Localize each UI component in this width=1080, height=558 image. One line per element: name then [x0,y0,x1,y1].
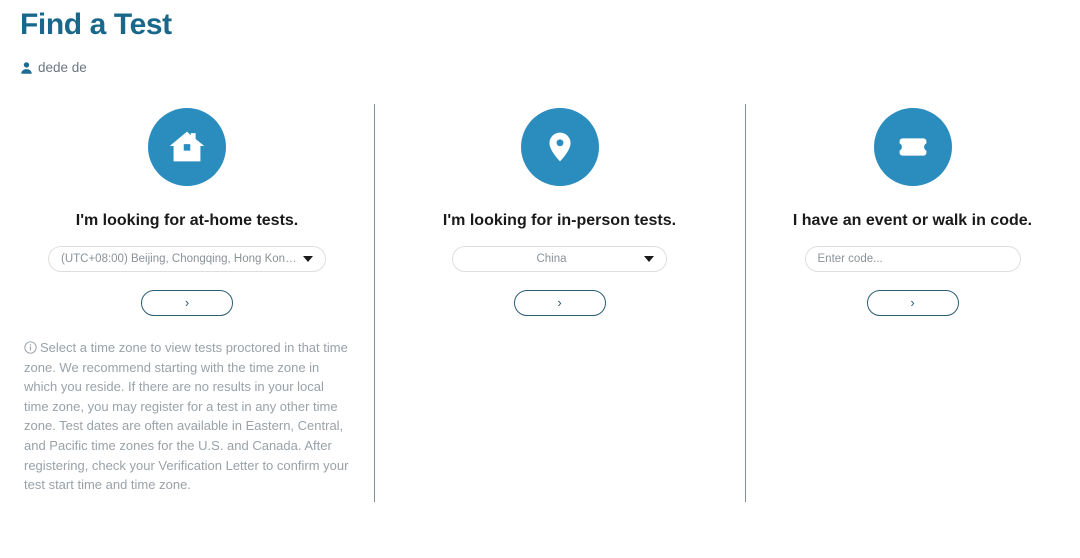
country-select[interactable]: China [452,246,667,272]
chevron-down-icon [303,256,313,262]
timezone-helper-copy: Select a time zone to view tests proctor… [24,340,349,493]
chevron-down-icon [644,256,654,262]
country-select-value: China [536,253,567,265]
at-home-tests-card: I'm looking for at-home tests. (UTC+08:0… [0,104,374,504]
in-person-submit-button[interactable]: › [513,290,606,316]
page-title: Find a Test [20,8,172,41]
map-pin-icon [520,108,599,186]
page-header: Find a Test dede de [0,0,1080,76]
event-code-submit-button[interactable]: › [866,290,959,316]
ticket-icon [873,108,952,186]
card-heading: I'm looking for in-person tests. [442,212,677,229]
timezone-select-value: (UTC+08:00) Beijing, Chongqing, Hong Kon… [61,253,297,265]
options-row: I'm looking for at-home tests. (UTC+08:0… [0,104,1080,504]
person-icon [20,61,33,75]
house-icon [148,108,226,186]
info-icon [24,341,37,354]
card-heading: I have an event or walk in code. [792,212,1033,229]
card-heading: I'm looking for at-home tests. [75,212,299,229]
timezone-helper-text: Select a time zone to view tests proctor… [22,338,352,495]
user-info: dede de [20,60,1080,76]
event-code-placeholder: Enter code... [817,253,883,265]
in-person-tests-card: I'm looking for in-person tests. China › [374,104,745,504]
user-name: dede de [38,60,87,75]
at-home-submit-button[interactable]: › [141,290,233,316]
event-code-input[interactable]: Enter code... [804,246,1021,272]
event-code-card: I have an event or walk in code. Enter c… [745,104,1080,504]
timezone-select[interactable]: (UTC+08:00) Beijing, Chongqing, Hong Kon… [48,246,326,272]
